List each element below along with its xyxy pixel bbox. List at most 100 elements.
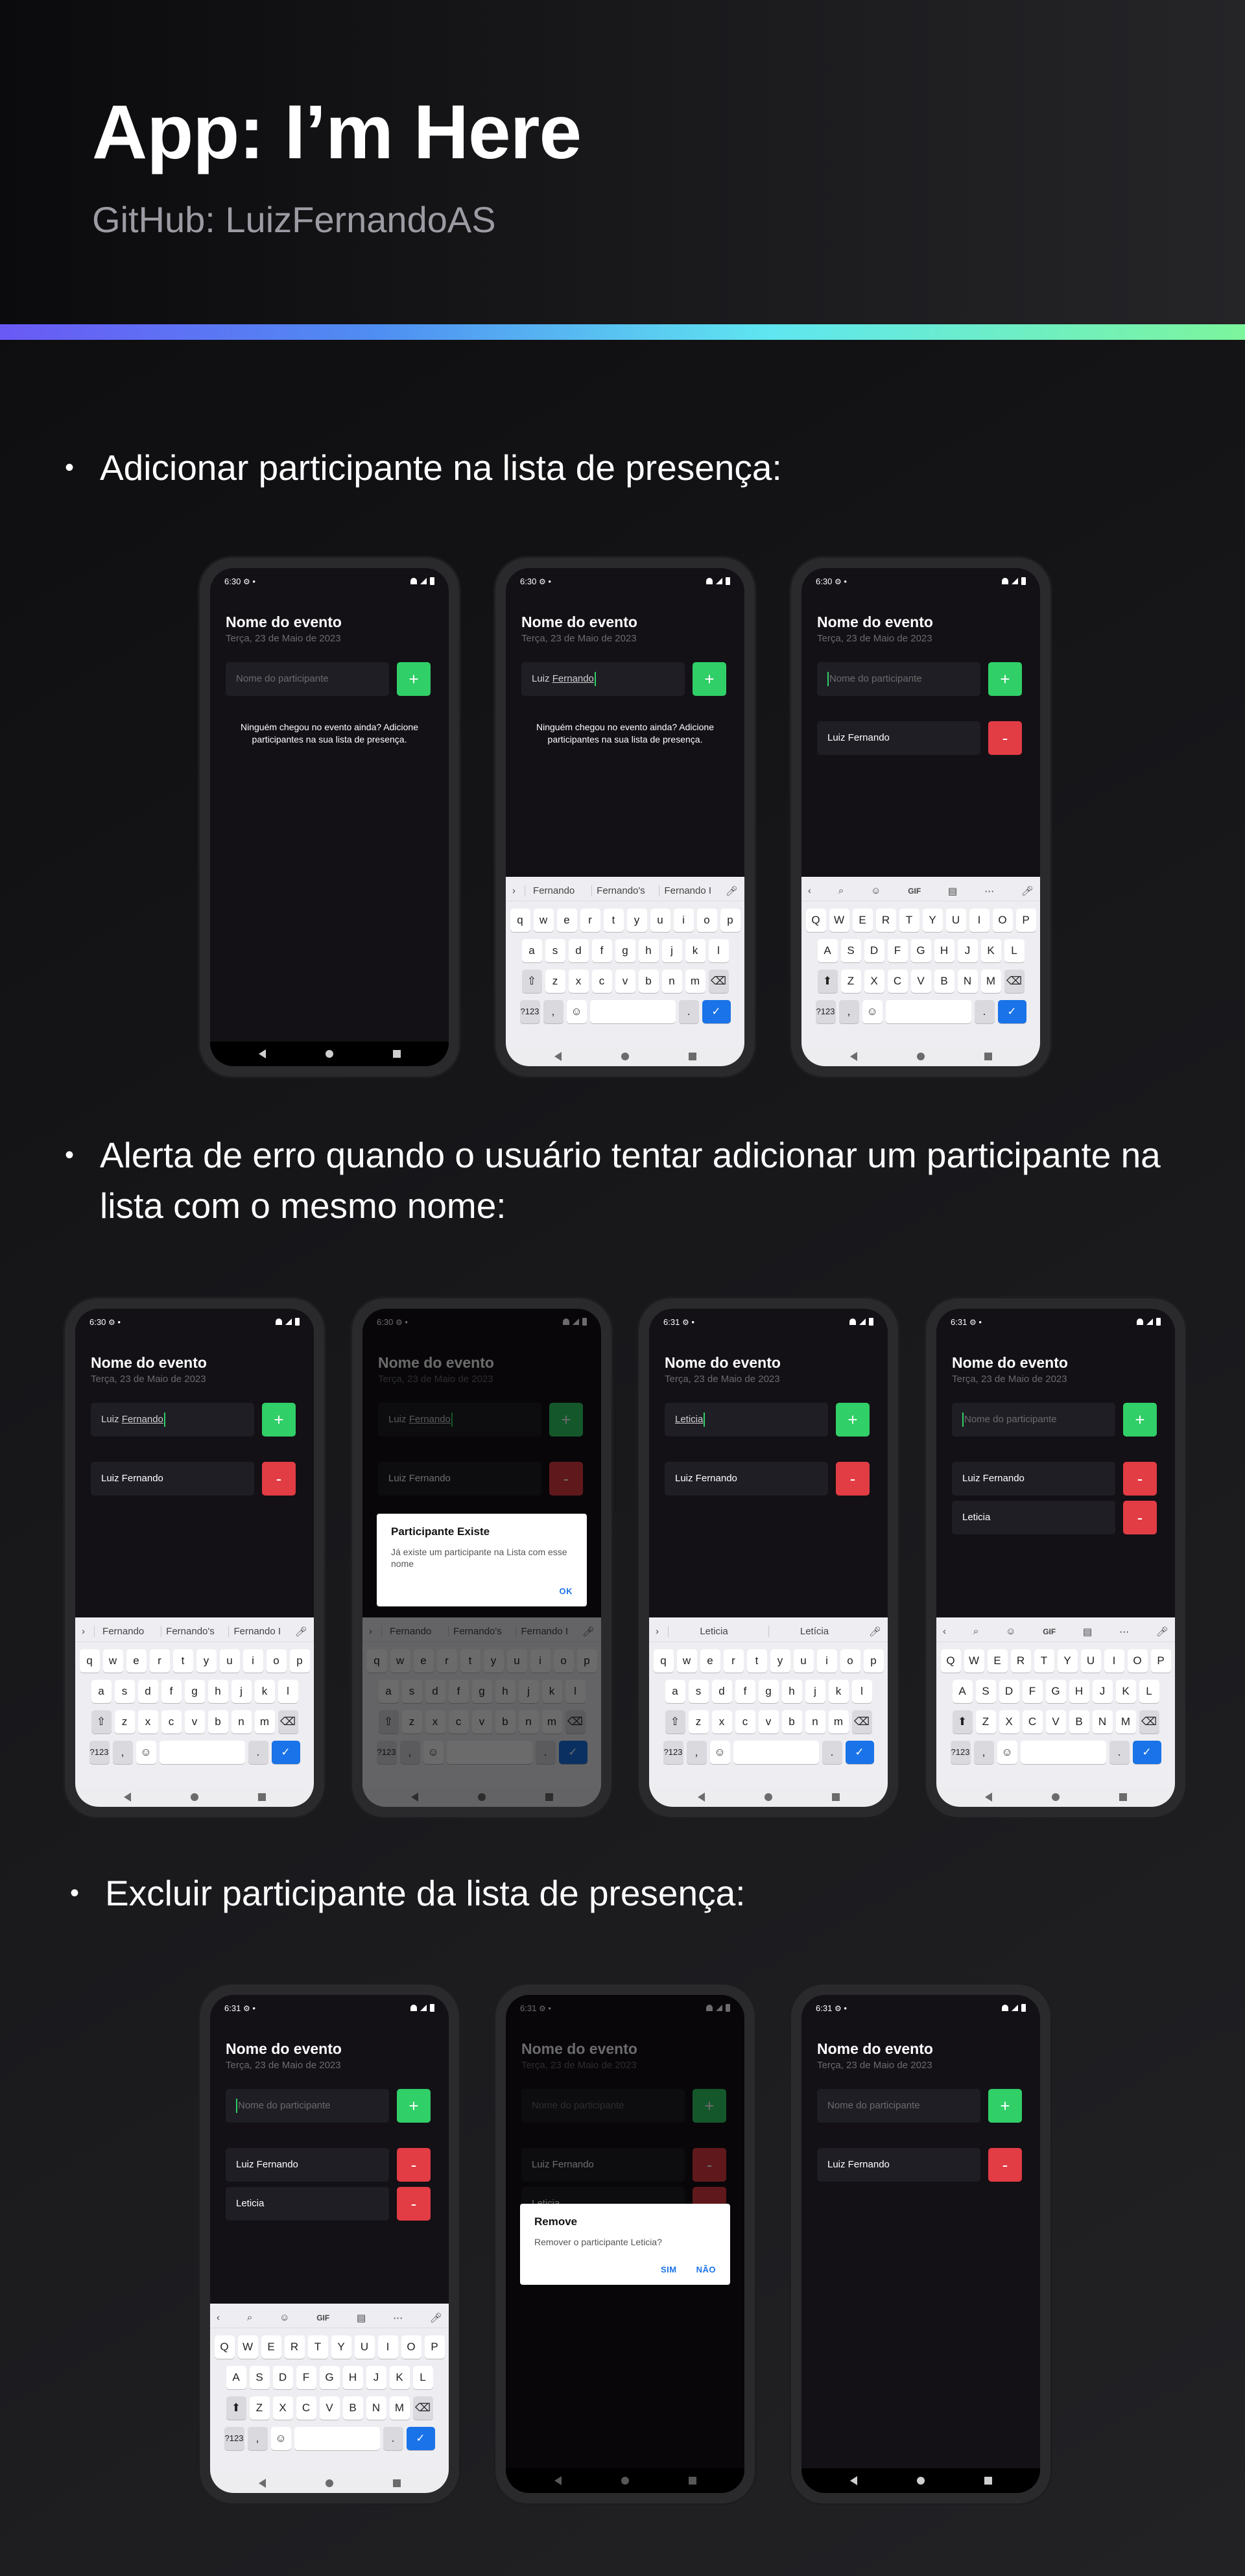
- key[interactable]: y: [626, 909, 647, 932]
- emoji-key[interactable]: ☺: [862, 1000, 883, 1023]
- key[interactable]: q: [79, 1649, 100, 1673]
- key[interactable]: A: [817, 939, 838, 962]
- key[interactable]: r: [723, 1649, 744, 1673]
- recents-icon[interactable]: [392, 1050, 401, 1058]
- add-participant-button[interactable]: +: [262, 1403, 296, 1437]
- home-icon[interactable]: [764, 1793, 772, 1801]
- key[interactable]: Y: [1057, 1649, 1078, 1673]
- remove-participant-button[interactable]: -: [988, 721, 1022, 755]
- back-icon[interactable]: [697, 1793, 705, 1802]
- key[interactable]: s: [545, 939, 565, 962]
- period-key[interactable]: .: [822, 1741, 842, 1764]
- key[interactable]: C: [1022, 1710, 1043, 1734]
- key[interactable]: k: [254, 1680, 275, 1703]
- key[interactable]: r: [149, 1649, 170, 1673]
- key[interactable]: P: [424, 2335, 445, 2359]
- mic-icon[interactable]: 🎤︎: [869, 1626, 881, 1638]
- recents-icon[interactable]: [831, 1793, 840, 1801]
- key[interactable]: I: [1104, 1649, 1124, 1673]
- key[interactable]: i: [243, 1649, 263, 1673]
- remove-participant-button[interactable]: -: [1123, 1501, 1157, 1534]
- key[interactable]: h: [208, 1680, 228, 1703]
- shift-key[interactable]: ⬆: [817, 970, 838, 993]
- key[interactable]: O: [401, 2335, 421, 2359]
- key[interactable]: u: [219, 1649, 240, 1673]
- home-icon[interactable]: [1051, 1793, 1060, 1801]
- key[interactable]: h: [781, 1680, 802, 1703]
- key[interactable]: b: [638, 970, 659, 993]
- add-participant-button[interactable]: +: [693, 662, 726, 696]
- period-key[interactable]: .: [383, 2427, 403, 2450]
- search-icon[interactable]: ⌕: [838, 885, 844, 896]
- backspace-key[interactable]: ⌫: [1004, 970, 1025, 993]
- key[interactable]: x: [711, 1710, 732, 1734]
- key[interactable]: T: [307, 2335, 328, 2359]
- mic-icon[interactable]: 🎤︎: [1021, 885, 1034, 897]
- search-icon[interactable]: ⌕: [247, 2312, 252, 2323]
- key[interactable]: w: [533, 909, 554, 932]
- key[interactable]: v: [758, 1710, 779, 1734]
- key[interactable]: B: [934, 970, 954, 993]
- symbols-key[interactable]: ?123: [663, 1741, 683, 1764]
- key[interactable]: c: [161, 1710, 182, 1734]
- key[interactable]: y: [770, 1649, 790, 1673]
- key[interactable]: q: [510, 909, 530, 932]
- key[interactable]: p: [863, 1649, 884, 1673]
- emoji-key[interactable]: ☺: [709, 1741, 730, 1764]
- key[interactable]: e: [126, 1649, 147, 1673]
- recents-icon[interactable]: [688, 1053, 696, 1060]
- comma-key[interactable]: ,: [112, 1741, 133, 1764]
- recents-icon[interactable]: [392, 2479, 401, 2487]
- key[interactable]: M: [980, 970, 1001, 993]
- clipboard-icon[interactable]: ▤: [1083, 1626, 1092, 1638]
- done-key[interactable]: ✓: [702, 1000, 731, 1023]
- key[interactable]: O: [1127, 1649, 1148, 1673]
- key[interactable]: c: [735, 1710, 755, 1734]
- key[interactable]: F: [296, 2366, 316, 2389]
- space-key[interactable]: [294, 2427, 380, 2450]
- search-icon[interactable]: ⌕: [973, 1626, 978, 1637]
- emoji-key[interactable]: ☺: [270, 2427, 291, 2450]
- key[interactable]: V: [910, 970, 931, 993]
- more-icon[interactable]: ⋯: [1119, 1626, 1129, 1638]
- key[interactable]: S: [975, 1680, 996, 1703]
- home-icon[interactable]: [325, 2479, 333, 2487]
- suggestion-item[interactable]: Fernando's: [161, 1626, 219, 1637]
- sticker-icon[interactable]: ☺: [279, 2312, 289, 2323]
- key[interactable]: N: [1092, 1710, 1113, 1734]
- key[interactable]: w: [676, 1649, 697, 1673]
- add-participant-button[interactable]: +: [1123, 1403, 1157, 1437]
- key[interactable]: z: [114, 1710, 135, 1734]
- done-key[interactable]: ✓: [845, 1741, 874, 1764]
- key[interactable]: T: [899, 909, 919, 932]
- key[interactable]: D: [272, 2366, 293, 2389]
- key[interactable]: K: [389, 2366, 410, 2389]
- key[interactable]: o: [696, 909, 717, 932]
- suggestion-item[interactable]: Leticia: [668, 1626, 759, 1637]
- key[interactable]: n: [661, 970, 682, 993]
- key[interactable]: x: [137, 1710, 158, 1734]
- participant-name-input[interactable]: Nome do participante: [226, 2089, 389, 2123]
- key[interactable]: t: [603, 909, 624, 932]
- key[interactable]: Z: [249, 2396, 270, 2420]
- key[interactable]: l: [708, 939, 729, 962]
- dialog-no-button[interactable]: NÃO: [696, 2265, 716, 2274]
- sticker-icon[interactable]: ☺: [871, 885, 881, 896]
- key[interactable]: a: [521, 939, 542, 962]
- comma-key[interactable]: ,: [247, 2427, 268, 2450]
- comma-key[interactable]: ,: [973, 1741, 994, 1764]
- comma-key[interactable]: ,: [543, 1000, 563, 1023]
- key[interactable]: O: [992, 909, 1013, 932]
- key[interactable]: m: [685, 970, 706, 993]
- key[interactable]: v: [184, 1710, 205, 1734]
- shift-key[interactable]: ⇧: [665, 1710, 685, 1734]
- key[interactable]: L: [1139, 1680, 1159, 1703]
- key[interactable]: Y: [922, 909, 943, 932]
- symbols-key[interactable]: ?123: [950, 1741, 971, 1764]
- home-icon[interactable]: [325, 1050, 333, 1058]
- back-icon[interactable]: [849, 2476, 857, 2485]
- key[interactable]: G: [319, 2366, 340, 2389]
- key[interactable]: A: [952, 1680, 973, 1703]
- done-key[interactable]: ✓: [271, 1741, 300, 1764]
- back-icon[interactable]: [984, 1793, 992, 1802]
